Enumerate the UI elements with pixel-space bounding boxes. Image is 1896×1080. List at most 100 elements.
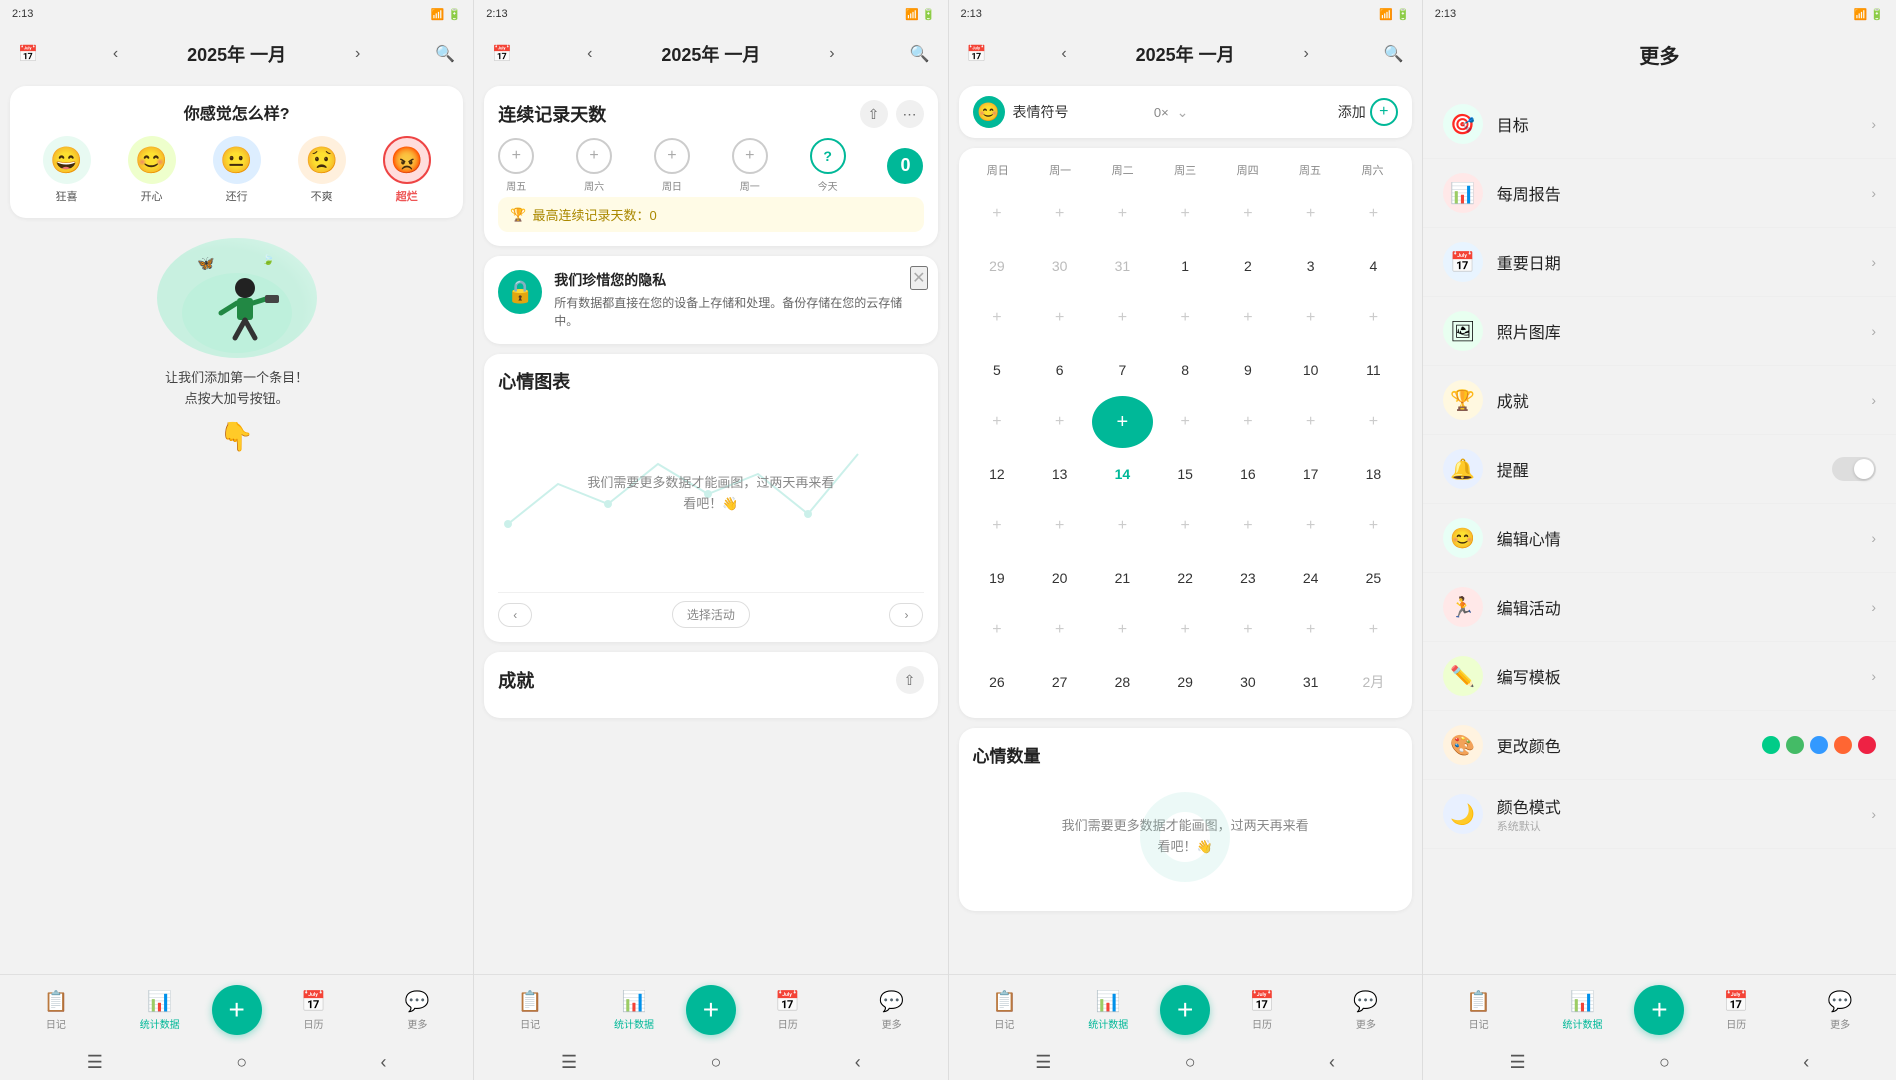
cal-cell-28[interactable]: 28 <box>1092 656 1153 708</box>
home-btn-1[interactable]: ○ <box>236 1052 247 1073</box>
nav-more-4[interactable]: 💬 更多 <box>1788 989 1892 1031</box>
home-btn-3[interactable]: ○ <box>1185 1052 1196 1073</box>
streak-today-btn[interactable]: ? <box>810 138 846 174</box>
cal-cell[interactable]: + <box>1155 292 1216 344</box>
search-btn-3[interactable]: 🔍 <box>1378 38 1410 70</box>
color-dot-green[interactable] <box>1762 736 1780 754</box>
cal-cell[interactable]: + <box>1280 292 1341 344</box>
cal-cell[interactable]: + <box>1280 604 1341 656</box>
cal-cell-6[interactable]: 6 <box>1029 344 1090 396</box>
cal-cell-2[interactable]: 2 <box>1218 240 1279 292</box>
cal-cell[interactable]: + <box>1155 188 1216 240</box>
cal-cell-15[interactable]: 15 <box>1155 448 1216 500</box>
nav-calendar-1[interactable]: 📅 日历 <box>262 989 366 1031</box>
cal-cell-today-add[interactable]: + <box>1092 396 1153 448</box>
chart-filter-prev[interactable]: ‹ <box>498 603 532 627</box>
achieve-share-btn[interactable]: ⇧ <box>896 666 924 694</box>
mood-item-1[interactable]: 😊 开心 <box>128 136 176 204</box>
menu-btn-3[interactable]: ☰ <box>1035 1052 1051 1073</box>
nav-diary-4[interactable]: 📋 日记 <box>1427 989 1531 1031</box>
more-item-weekly[interactable]: 📊 每周报告 › <box>1423 159 1896 228</box>
menu-btn-1[interactable]: ☰ <box>87 1052 103 1073</box>
more-item-gallery[interactable]: 🖼 照片图库 › <box>1423 297 1896 366</box>
more-item-template[interactable]: ✏️ 编写模板 › <box>1423 642 1896 711</box>
cal-cell[interactable]: + <box>1155 396 1216 448</box>
color-dot-green2[interactable] <box>1786 736 1804 754</box>
search-btn-2[interactable]: 🔍 <box>903 38 935 70</box>
add-btn-1[interactable]: + <box>212 985 262 1035</box>
privacy-close-btn[interactable]: ✕ <box>910 266 927 290</box>
remind-toggle[interactable] <box>1832 457 1876 481</box>
cal-cell-4[interactable]: 4 <box>1343 240 1404 292</box>
search-btn-1[interactable]: 🔍 <box>429 38 461 70</box>
cal-cell-19[interactable]: 19 <box>967 552 1028 604</box>
next-btn-3[interactable]: › <box>1290 38 1322 70</box>
cal-cell[interactable]: + <box>1029 396 1090 448</box>
cal-cell-29[interactable]: 29 <box>1155 656 1216 708</box>
more-item-edit-mood[interactable]: 😊 编辑心情 › <box>1423 504 1896 573</box>
nav-stats-4[interactable]: 📊 统计数据 <box>1531 989 1635 1031</box>
chart-filter-activity[interactable]: 选择活动 <box>672 601 750 628</box>
add-btn-3[interactable]: + <box>1160 985 1210 1035</box>
mood-item-3[interactable]: 😟 不爽 <box>298 136 346 204</box>
nav-calendar-4[interactable]: 📅 日历 <box>1684 989 1788 1031</box>
cal-cell-5[interactable]: 5 <box>967 344 1028 396</box>
nav-more-3[interactable]: 💬 更多 <box>1314 989 1418 1031</box>
cal-cell[interactable]: + <box>1343 188 1404 240</box>
emoji-add-btn[interactable]: 添加 + <box>1338 98 1398 126</box>
cal-cell-22[interactable]: 22 <box>1155 552 1216 604</box>
cal-cell[interactable]: + <box>1092 292 1153 344</box>
cal-cell[interactable]: + <box>967 604 1028 656</box>
calendar-icon-btn-2[interactable]: 📅 <box>486 38 518 70</box>
more-item-remind[interactable]: 🔔 提醒 <box>1423 435 1896 504</box>
more-item-edit-activity[interactable]: 🏃 编辑活动 › <box>1423 573 1896 642</box>
cal-cell[interactable]: + <box>1029 292 1090 344</box>
cal-cell[interactable]: + <box>1155 604 1216 656</box>
cal-cell[interactable]: + <box>967 500 1028 552</box>
more-item-color[interactable]: 🎨 更改颜色 <box>1423 711 1896 780</box>
more-item-dates[interactable]: 📅 重要日期 › <box>1423 228 1896 297</box>
cal-cell[interactable]: + <box>1343 292 1404 344</box>
cal-cell-23[interactable]: 23 <box>1218 552 1279 604</box>
back-btn-2[interactable]: ‹ <box>855 1052 861 1073</box>
nav-more-1[interactable]: 💬 更多 <box>365 989 469 1031</box>
back-btn-1[interactable]: ‹ <box>381 1052 387 1073</box>
cal-cell-1[interactable]: 1 <box>1155 240 1216 292</box>
cal-cell[interactable]: + <box>1218 604 1279 656</box>
cal-cell-24[interactable]: 24 <box>1280 552 1341 604</box>
cal-cell[interactable]: + <box>1280 500 1341 552</box>
nav-calendar-2[interactable]: 📅 日历 <box>736 989 840 1031</box>
cal-cell[interactable]: + <box>1218 396 1279 448</box>
next-btn-1[interactable]: › <box>342 38 374 70</box>
cal-cell[interactable]: + <box>1029 604 1090 656</box>
cal-cell[interactable]: + <box>1092 604 1153 656</box>
nav-calendar-3[interactable]: 📅 日历 <box>1210 989 1314 1031</box>
nav-diary-2[interactable]: 📋 日记 <box>478 989 582 1031</box>
share-btn[interactable]: ⇧ <box>860 100 888 128</box>
cal-cell-9[interactable]: 9 <box>1218 344 1279 396</box>
streak-sat-btn[interactable]: + <box>576 138 612 174</box>
chart-filter-next[interactable]: › <box>889 603 923 627</box>
cal-cell-30[interactable]: 30 <box>1218 656 1279 708</box>
nav-more-2[interactable]: 💬 更多 <box>840 989 944 1031</box>
color-dot-orange[interactable] <box>1834 736 1852 754</box>
cal-cell[interactable]: + <box>1343 604 1404 656</box>
color-dot-red[interactable] <box>1858 736 1876 754</box>
mood-item-4[interactable]: 😡 超烂 <box>383 136 431 204</box>
cal-cell[interactable]: + <box>1092 188 1153 240</box>
cal-cell-20[interactable]: 20 <box>1029 552 1090 604</box>
cal-cell-11[interactable]: 11 <box>1343 344 1404 396</box>
next-btn-2[interactable]: › <box>816 38 848 70</box>
cal-cell[interactable]: + <box>1280 396 1341 448</box>
cal-cell[interactable]: + <box>1218 292 1279 344</box>
cal-cell[interactable]: + <box>1218 500 1279 552</box>
cal-cell-8[interactable]: 8 <box>1155 344 1216 396</box>
cal-cell[interactable]: + <box>1343 396 1404 448</box>
home-btn-4[interactable]: ○ <box>1659 1052 1670 1073</box>
more-btn[interactable]: ⋯ <box>896 100 924 128</box>
back-btn-3[interactable]: ‹ <box>1329 1052 1335 1073</box>
cal-cell-18[interactable]: 18 <box>1343 448 1404 500</box>
cal-cell[interactable]: + <box>1092 500 1153 552</box>
more-item-colormode[interactable]: 🌙 颜色模式 系统默认 › <box>1423 780 1896 849</box>
more-item-goals[interactable]: 🎯 目标 › <box>1423 90 1896 159</box>
